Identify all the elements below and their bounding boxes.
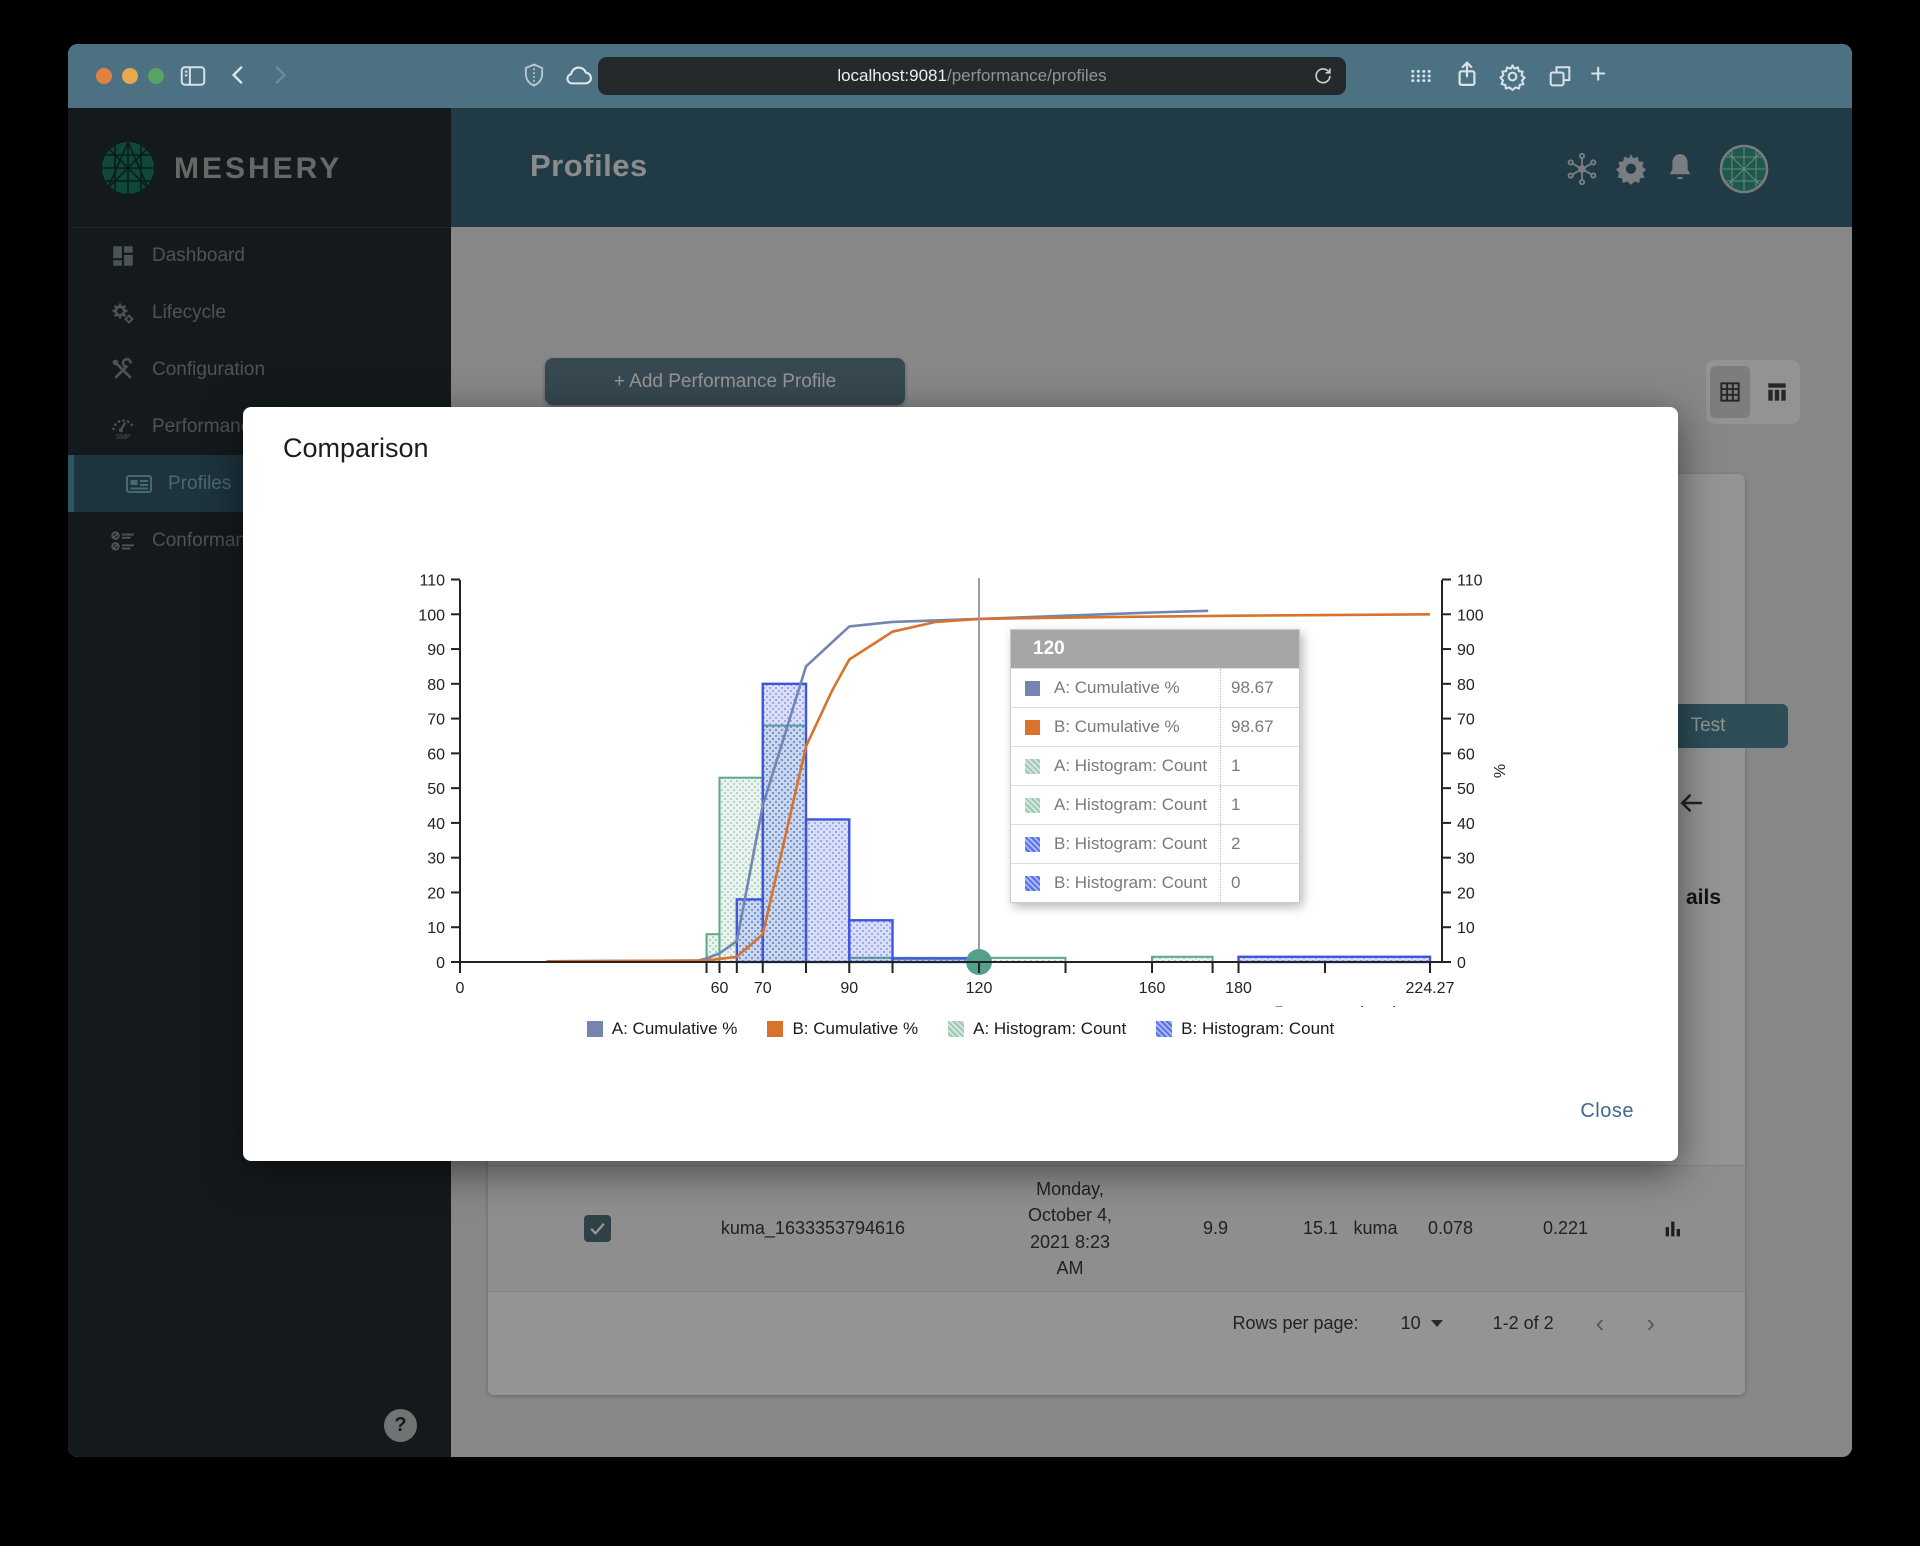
traffic-light-close[interactable] bbox=[96, 68, 112, 84]
legend-swatch bbox=[948, 1021, 965, 1037]
tooltip-row: B: Histogram: Count 2 bbox=[1011, 824, 1299, 863]
shield-icon[interactable] bbox=[520, 61, 548, 89]
back-icon[interactable] bbox=[226, 62, 252, 88]
tooltip-series-label: A: Cumulative % bbox=[1054, 678, 1180, 697]
series-swatch bbox=[1025, 797, 1040, 813]
svg-text:10: 10 bbox=[1457, 920, 1475, 937]
series-swatch bbox=[1025, 680, 1040, 696]
svg-text:50: 50 bbox=[1457, 781, 1475, 798]
tooltip-series-value: 98.67 bbox=[1220, 708, 1299, 746]
legend-item[interactable]: B: Cumulative % bbox=[767, 1019, 918, 1039]
svg-text:40: 40 bbox=[427, 816, 445, 833]
series-swatch bbox=[1025, 719, 1040, 735]
comparison-chart[interactable]: 0 010 1020 2030 3040 4050 5060 6070 7080 8090 9010… bbox=[243, 407, 1678, 1008]
cloud-icon[interactable] bbox=[564, 62, 596, 90]
legend-label: A: Histogram: Count bbox=[973, 1019, 1127, 1038]
svg-text:110: 110 bbox=[1457, 573, 1483, 590]
svg-text:10: 10 bbox=[427, 920, 445, 937]
share-icon[interactable] bbox=[1452, 59, 1482, 91]
traffic-light-zoom[interactable] bbox=[148, 68, 164, 84]
svg-text:80: 80 bbox=[427, 677, 445, 694]
tooltip-row: B: Cumulative % 98.67 bbox=[1011, 707, 1299, 746]
svg-text:30: 30 bbox=[427, 851, 445, 868]
svg-text:180: 180 bbox=[1225, 980, 1252, 997]
svg-text:120: 120 bbox=[966, 980, 993, 997]
tooltip-series-value: 98.67 bbox=[1220, 669, 1299, 707]
svg-text:80: 80 bbox=[1457, 677, 1475, 694]
grid-dots-icon[interactable] bbox=[1407, 62, 1435, 90]
svg-text:70: 70 bbox=[754, 980, 772, 997]
tooltip-row: A: Histogram: Count 1 bbox=[1011, 785, 1299, 824]
svg-text:0: 0 bbox=[456, 980, 465, 997]
y-axis-label-right: % bbox=[1492, 764, 1509, 778]
browser-window: localhost:9081/performance/profiles + Pr… bbox=[68, 44, 1852, 1457]
svg-text:40: 40 bbox=[1457, 816, 1475, 833]
legend-swatch bbox=[767, 1021, 784, 1037]
svg-text:60: 60 bbox=[1457, 746, 1475, 763]
tooltip-series-label: A: Histogram: Count bbox=[1054, 756, 1208, 775]
sidebar-toggle-icon[interactable] bbox=[178, 61, 208, 91]
svg-text:0: 0 bbox=[1457, 955, 1466, 972]
tooltip-row: B: Histogram: Count 0 bbox=[1011, 863, 1299, 902]
url-host: localhost:9081 bbox=[837, 66, 947, 85]
legend-item[interactable]: B: Histogram: Count bbox=[1156, 1019, 1334, 1039]
tooltip-row: A: Cumulative % 98.67 bbox=[1011, 668, 1299, 707]
svg-text:20: 20 bbox=[1457, 885, 1475, 902]
x-axis-label: Response time in ms bbox=[1274, 1003, 1433, 1007]
tooltip-series-value: 1 bbox=[1220, 786, 1299, 824]
series-swatch bbox=[1025, 758, 1040, 774]
tooltip-series-label: A: Histogram: Count bbox=[1054, 795, 1208, 814]
tooltip-series-value: 2 bbox=[1220, 825, 1299, 863]
close-button[interactable]: Close bbox=[1574, 1099, 1640, 1124]
comparison-modal: Comparison 0 0 10 10 20 20 30 30 40 40 50 50 60 60 70 7… bbox=[243, 407, 1678, 1161]
series-swatch bbox=[1025, 836, 1040, 852]
svg-text:110: 110 bbox=[419, 573, 445, 590]
chart-tooltip: 120 A: Cumulative % 98.67 B: Cumulative % 9… bbox=[1010, 629, 1300, 903]
legend-swatch bbox=[586, 1021, 603, 1037]
svg-text:100: 100 bbox=[418, 607, 445, 624]
settings-icon[interactable] bbox=[1498, 62, 1527, 91]
url-bar[interactable]: localhost:9081/performance/profiles bbox=[598, 57, 1346, 95]
reload-icon[interactable] bbox=[1312, 65, 1334, 92]
svg-text:60: 60 bbox=[711, 980, 729, 997]
forward-icon[interactable] bbox=[266, 62, 292, 88]
tooltip-series-label: B: Cumulative % bbox=[1054, 717, 1180, 736]
svg-text:160: 160 bbox=[1139, 980, 1166, 997]
svg-text:90: 90 bbox=[1457, 642, 1475, 659]
tooltip-series-value: 0 bbox=[1220, 864, 1299, 902]
tooltip-title: 120 bbox=[1011, 630, 1299, 668]
chart-legend: A: Cumulative % B: Cumulative % A: Histogr… bbox=[243, 1019, 1678, 1039]
legend-label: A: Cumulative % bbox=[611, 1019, 738, 1038]
legend-swatch bbox=[1156, 1021, 1173, 1037]
traffic-light-minimize[interactable] bbox=[122, 68, 138, 84]
tooltip-series-label: B: Histogram: Count bbox=[1054, 834, 1208, 853]
legend-label: B: Cumulative % bbox=[792, 1019, 919, 1038]
svg-text:50: 50 bbox=[427, 781, 445, 798]
svg-text:30: 30 bbox=[1457, 851, 1475, 868]
new-tab-icon[interactable]: + bbox=[1590, 59, 1606, 89]
tab-overview-icon[interactable] bbox=[1546, 62, 1574, 90]
legend-item[interactable]: A: Cumulative % bbox=[586, 1019, 738, 1039]
legend-label: B: Histogram: Count bbox=[1181, 1019, 1335, 1038]
browser-chrome: localhost:9081/performance/profiles + bbox=[68, 44, 1852, 109]
tooltip-series-value: 1 bbox=[1220, 747, 1299, 785]
tooltip-row: A: Histogram: Count 1 bbox=[1011, 746, 1299, 785]
svg-text:100: 100 bbox=[1457, 607, 1484, 624]
url-path: /performance/profiles bbox=[946, 66, 1107, 85]
legend-item[interactable]: A: Histogram: Count bbox=[948, 1019, 1126, 1039]
svg-text:90: 90 bbox=[840, 980, 858, 997]
series-swatch bbox=[1025, 875, 1040, 891]
svg-text:60: 60 bbox=[427, 746, 445, 763]
svg-text:70: 70 bbox=[1457, 712, 1475, 729]
svg-text:0: 0 bbox=[436, 955, 445, 972]
svg-text:70: 70 bbox=[427, 712, 445, 729]
svg-text:90: 90 bbox=[427, 642, 445, 659]
tooltip-series-label: B: Histogram: Count bbox=[1054, 873, 1208, 892]
svg-text:20: 20 bbox=[427, 885, 445, 902]
svg-text:224.27: 224.27 bbox=[1406, 980, 1455, 997]
